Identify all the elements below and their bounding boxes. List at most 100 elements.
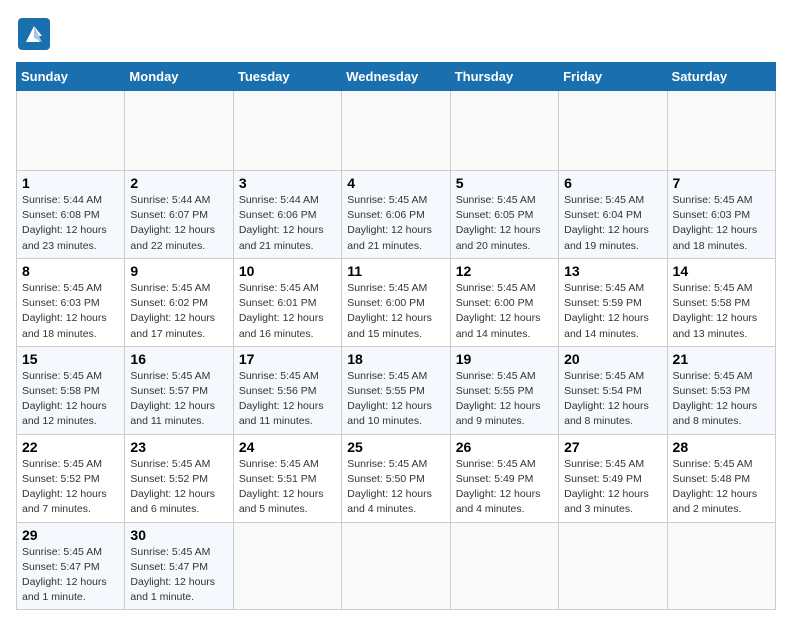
calendar-cell: 15 Sunrise: 5:45 AMSunset: 5:58 PMDayligh…: [17, 346, 125, 434]
weekday-header-thursday: Thursday: [450, 63, 558, 91]
calendar-cell: [667, 522, 775, 610]
calendar-cell: 7 Sunrise: 5:45 AMSunset: 6:03 PMDaylight…: [667, 171, 775, 259]
day-info: Sunrise: 5:45 AMSunset: 5:49 PMDaylight:…: [456, 457, 553, 518]
calendar-cell: [342, 91, 450, 171]
day-info: Sunrise: 5:45 AMSunset: 5:59 PMDaylight:…: [564, 281, 661, 342]
calendar-cell: [667, 91, 775, 171]
calendar-week-0: [17, 91, 776, 171]
day-info: Sunrise: 5:45 AMSunset: 5:58 PMDaylight:…: [22, 369, 119, 430]
weekday-header-sunday: Sunday: [17, 63, 125, 91]
day-number: 1: [22, 175, 119, 191]
calendar-week-5: 29 Sunrise: 5:45 AMSunset: 5:47 PMDayligh…: [17, 522, 776, 610]
day-number: 24: [239, 439, 336, 455]
page-header: [16, 16, 776, 52]
day-number: 14: [673, 263, 770, 279]
calendar-cell: 4 Sunrise: 5:45 AMSunset: 6:06 PMDaylight…: [342, 171, 450, 259]
calendar-cell: 18 Sunrise: 5:45 AMSunset: 5:55 PMDayligh…: [342, 346, 450, 434]
day-number: 10: [239, 263, 336, 279]
day-info: Sunrise: 5:45 AMSunset: 5:48 PMDaylight:…: [673, 457, 770, 518]
day-number: 27: [564, 439, 661, 455]
calendar-cell: 20Sunrise: 5:45 AMSunset: 5:54 PMDayligh…: [559, 346, 667, 434]
day-info: Sunrise: 5:45 AMSunset: 5:47 PMDaylight:…: [22, 545, 119, 606]
calendar-cell: 22Sunrise: 5:45 AMSunset: 5:52 PMDayligh…: [17, 434, 125, 522]
weekday-header-wednesday: Wednesday: [342, 63, 450, 91]
day-number: 19: [456, 351, 553, 367]
day-info: Sunrise: 5:45 AMSunset: 5:55 PMDaylight:…: [347, 369, 444, 430]
day-number: 5: [456, 175, 553, 191]
calendar-cell: 11 Sunrise: 5:45 AMSunset: 6:00 PMDayligh…: [342, 258, 450, 346]
calendar-cell: [125, 91, 233, 171]
calendar-cell: 19Sunrise: 5:45 AMSunset: 5:55 PMDayligh…: [450, 346, 558, 434]
day-info: Sunrise: 5:45 AMSunset: 5:47 PMDaylight:…: [130, 545, 227, 606]
day-number: 11: [347, 263, 444, 279]
day-number: 23: [130, 439, 227, 455]
day-info: Sunrise: 5:44 AMSunset: 6:06 PMDaylight:…: [239, 193, 336, 254]
weekday-header-friday: Friday: [559, 63, 667, 91]
day-info: Sunrise: 5:45 AMSunset: 6:02 PMDaylight:…: [130, 281, 227, 342]
calendar-cell: 9 Sunrise: 5:45 AMSunset: 6:02 PMDaylight…: [125, 258, 233, 346]
day-number: 4: [347, 175, 444, 191]
day-info: Sunrise: 5:45 AMSunset: 5:50 PMDaylight:…: [347, 457, 444, 518]
calendar-cell: 12 Sunrise: 5:45 AMSunset: 6:00 PMDayligh…: [450, 258, 558, 346]
calendar-cell: [17, 91, 125, 171]
calendar-cell: 24 Sunrise: 5:45 AMSunset: 5:51 PMDayligh…: [233, 434, 341, 522]
day-info: Sunrise: 5:45 AMSunset: 6:03 PMDaylight:…: [673, 193, 770, 254]
day-info: Sunrise: 5:45 AMSunset: 6:04 PMDaylight:…: [564, 193, 661, 254]
day-number: 12: [456, 263, 553, 279]
calendar-cell: 1Sunrise: 5:44 AMSunset: 6:08 PMDaylight…: [17, 171, 125, 259]
calendar-cell: 6 Sunrise: 5:45 AMSunset: 6:04 PMDaylight…: [559, 171, 667, 259]
weekday-header-tuesday: Tuesday: [233, 63, 341, 91]
calendar-cell: [559, 91, 667, 171]
day-number: 7: [673, 175, 770, 191]
day-info: Sunrise: 5:45 AMSunset: 5:58 PMDaylight:…: [673, 281, 770, 342]
day-info: Sunrise: 5:45 AMSunset: 5:51 PMDaylight:…: [239, 457, 336, 518]
calendar-cell: 10 Sunrise: 5:45 AMSunset: 6:01 PMDayligh…: [233, 258, 341, 346]
calendar-cell: 17 Sunrise: 5:45 AMSunset: 5:56 PMDayligh…: [233, 346, 341, 434]
day-number: 29: [22, 527, 119, 543]
day-number: 30: [130, 527, 227, 543]
day-number: 17: [239, 351, 336, 367]
calendar-cell: 8 Sunrise: 5:45 AMSunset: 6:03 PMDaylight…: [17, 258, 125, 346]
day-info: Sunrise: 5:45 AMSunset: 6:06 PMDaylight:…: [347, 193, 444, 254]
calendar-cell: [559, 522, 667, 610]
calendar-cell: [450, 91, 558, 171]
day-info: Sunrise: 5:45 AMSunset: 6:00 PMDaylight:…: [456, 281, 553, 342]
day-number: 2: [130, 175, 227, 191]
day-info: Sunrise: 5:45 AMSunset: 5:49 PMDaylight:…: [564, 457, 661, 518]
calendar-week-2: 8 Sunrise: 5:45 AMSunset: 6:03 PMDaylight…: [17, 258, 776, 346]
day-info: Sunrise: 5:45 AMSunset: 5:52 PMDaylight:…: [22, 457, 119, 518]
calendar-cell: 25 Sunrise: 5:45 AMSunset: 5:50 PMDayligh…: [342, 434, 450, 522]
calendar-cell: 3 Sunrise: 5:44 AMSunset: 6:06 PMDaylight…: [233, 171, 341, 259]
day-info: Sunrise: 5:45 AMSunset: 5:57 PMDaylight:…: [130, 369, 227, 430]
day-number: 18: [347, 351, 444, 367]
calendar-week-1: 1Sunrise: 5:44 AMSunset: 6:08 PMDaylight…: [17, 171, 776, 259]
weekday-header-monday: Monday: [125, 63, 233, 91]
day-number: 8: [22, 263, 119, 279]
day-number: 20: [564, 351, 661, 367]
day-number: 9: [130, 263, 227, 279]
calendar-cell: 5 Sunrise: 5:45 AMSunset: 6:05 PMDaylight…: [450, 171, 558, 259]
calendar-cell: [233, 522, 341, 610]
calendar-cell: 28Sunrise: 5:45 AMSunset: 5:48 PMDayligh…: [667, 434, 775, 522]
day-info: Sunrise: 5:45 AMSunset: 6:00 PMDaylight:…: [347, 281, 444, 342]
calendar-table: SundayMondayTuesdayWednesdayThursdayFrid…: [16, 62, 776, 610]
day-info: Sunrise: 5:45 AMSunset: 6:05 PMDaylight:…: [456, 193, 553, 254]
calendar-week-3: 15 Sunrise: 5:45 AMSunset: 5:58 PMDayligh…: [17, 346, 776, 434]
day-info: Sunrise: 5:44 AMSunset: 6:07 PMDaylight:…: [130, 193, 227, 254]
day-number: 25: [347, 439, 444, 455]
day-number: 6: [564, 175, 661, 191]
day-info: Sunrise: 5:45 AMSunset: 5:56 PMDaylight:…: [239, 369, 336, 430]
calendar-cell: 2 Sunrise: 5:44 AMSunset: 6:07 PMDaylight…: [125, 171, 233, 259]
day-number: 15: [22, 351, 119, 367]
calendar-week-4: 22Sunrise: 5:45 AMSunset: 5:52 PMDayligh…: [17, 434, 776, 522]
weekday-header-row: SundayMondayTuesdayWednesdayThursdayFrid…: [17, 63, 776, 91]
calendar-cell: 14 Sunrise: 5:45 AMSunset: 5:58 PMDayligh…: [667, 258, 775, 346]
weekday-header-saturday: Saturday: [667, 63, 775, 91]
day-info: Sunrise: 5:45 AMSunset: 6:01 PMDaylight:…: [239, 281, 336, 342]
day-number: 26: [456, 439, 553, 455]
day-info: Sunrise: 5:45 AMSunset: 6:03 PMDaylight:…: [22, 281, 119, 342]
day-number: 3: [239, 175, 336, 191]
day-number: 13: [564, 263, 661, 279]
calendar-cell: 30 Sunrise: 5:45 AMSunset: 5:47 PMDayligh…: [125, 522, 233, 610]
day-number: 16: [130, 351, 227, 367]
